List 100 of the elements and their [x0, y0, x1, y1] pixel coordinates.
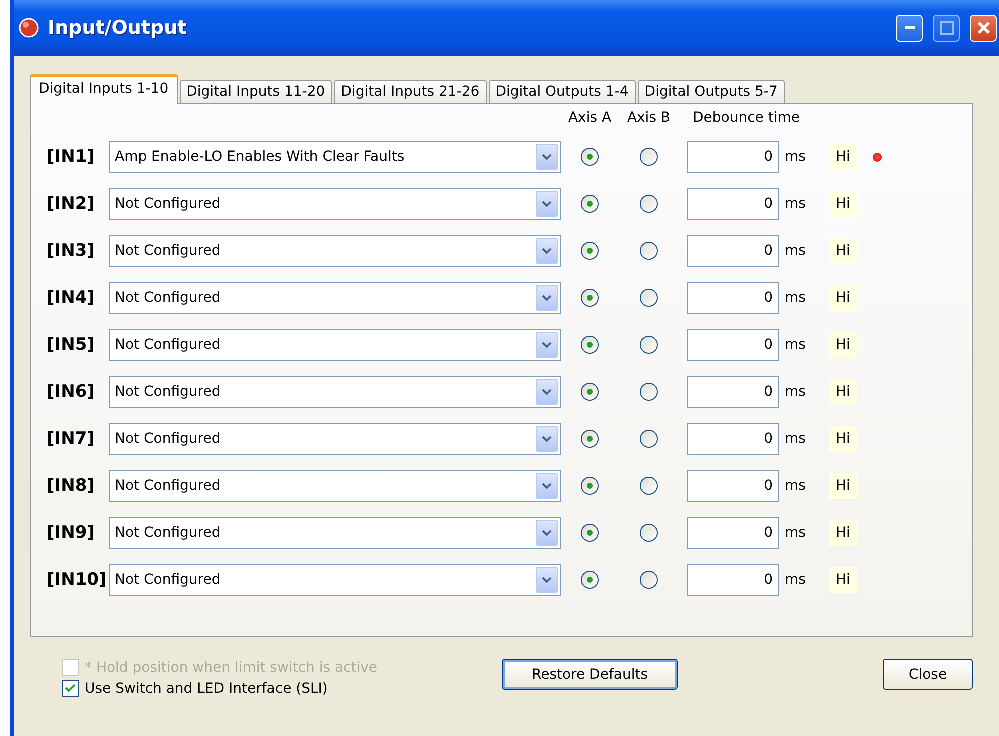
axis-b-radio[interactable] — [640, 148, 658, 166]
maximize-icon — [940, 21, 954, 35]
restore-defaults-button[interactable]: Restore Defaults — [502, 659, 678, 690]
chevron-down-icon — [542, 576, 552, 584]
window-title: Input/Output — [48, 17, 188, 39]
axis-a-radio[interactable] — [581, 571, 599, 589]
polarity-label: Hi — [829, 332, 858, 358]
polarity-label: Hi — [829, 238, 858, 264]
axis-b-radio[interactable] — [640, 289, 658, 307]
function-dropdown[interactable]: Not Configured — [109, 235, 561, 267]
checkbox-label: * Hold position when limit switch is active — [85, 660, 378, 676]
axis-b-radio[interactable] — [640, 195, 658, 213]
column-header: Axis A — [567, 110, 613, 126]
function-dropdown[interactable]: Not Configured — [109, 423, 561, 455]
function-dropdown[interactable]: Not Configured — [109, 517, 561, 549]
dropdown-button[interactable] — [536, 520, 558, 546]
axis-a-radio[interactable] — [581, 383, 599, 401]
axis-b-radio[interactable] — [640, 336, 658, 354]
polarity-label: Hi — [829, 567, 858, 593]
axis-b-radio[interactable] — [640, 571, 658, 589]
debounce-field[interactable]: 0 — [687, 470, 779, 502]
chevron-down-icon — [542, 342, 552, 348]
polarity-label: Hi — [829, 379, 858, 405]
function-dropdown[interactable]: Not Configured — [109, 188, 561, 220]
dropdown-button[interactable] — [536, 426, 558, 452]
function-dropdown[interactable]: Not Configured — [109, 329, 561, 361]
axis-a-radio[interactable] — [581, 195, 599, 213]
input-label: [IN8] — [47, 476, 96, 496]
dropdown-button[interactable] — [536, 191, 558, 217]
dropdown-button[interactable] — [536, 567, 558, 593]
function-dropdown[interactable]: Not Configured — [109, 376, 561, 408]
column-header: Debounce time — [692, 110, 801, 126]
dropdown-button[interactable] — [536, 332, 558, 358]
tab[interactable]: Digital Inputs 1-10 — [30, 74, 178, 104]
tab[interactable]: Digital Inputs 21-26 — [334, 80, 487, 103]
debounce-field[interactable]: 0 — [687, 141, 779, 173]
function-dropdown[interactable]: Amp Enable-LO Enables With Clear Faults — [109, 141, 561, 173]
function-dropdown[interactable]: Not Configured — [109, 282, 561, 314]
unit-label: ms — [784, 478, 807, 494]
unit-label: ms — [784, 572, 807, 588]
axis-a-radio[interactable] — [581, 430, 599, 448]
debounce-field[interactable]: 0 — [687, 564, 779, 596]
chevron-down-icon — [542, 248, 552, 254]
debounce-field[interactable]: 0 — [687, 329, 779, 361]
dropdown-button[interactable] — [536, 285, 558, 311]
input-label: [IN2] — [47, 194, 96, 214]
function-dropdown[interactable]: Not Configured — [109, 564, 561, 596]
checkbox-label: Use Switch and LED Interface (SLI) — [85, 680, 328, 696]
close-button[interactable] — [970, 14, 997, 42]
unit-label: ms — [784, 290, 807, 306]
function-dropdown[interactable]: Not Configured — [109, 470, 561, 502]
axis-b-radio[interactable] — [640, 524, 658, 542]
unit-label: ms — [784, 337, 807, 353]
minimize-button[interactable] — [896, 14, 923, 42]
close-dialog-button[interactable]: Close — [883, 659, 973, 690]
axis-a-radio[interactable] — [581, 289, 599, 307]
axis-b-radio[interactable] — [640, 430, 658, 448]
polarity-label: Hi — [829, 144, 858, 170]
chevron-down-icon — [542, 388, 552, 396]
tab[interactable]: Digital Outputs 5-7 — [638, 80, 785, 103]
chevron-down-icon — [542, 154, 552, 160]
dropdown-button[interactable] — [536, 238, 558, 264]
debounce-field[interactable]: 0 — [687, 282, 779, 314]
axis-b-radio[interactable] — [640, 242, 658, 260]
chevron-down-icon — [542, 200, 552, 208]
checkbox[interactable] — [62, 680, 79, 697]
input-label: [IN4] — [47, 288, 96, 308]
polarity-label: Hi — [829, 520, 858, 546]
axis-b-radio[interactable] — [640, 477, 658, 495]
debounce-field[interactable]: 0 — [687, 517, 779, 549]
debounce-field[interactable]: 0 — [687, 235, 779, 267]
axis-a-radio[interactable] — [581, 524, 599, 542]
minimize-icon — [904, 26, 914, 30]
dropdown-button[interactable] — [536, 144, 558, 170]
axis-a-radio[interactable] — [581, 148, 599, 166]
debounce-field[interactable]: 0 — [687, 423, 779, 455]
app-icon — [18, 17, 40, 39]
debounce-field[interactable]: 0 — [687, 188, 779, 220]
axis-a-radio[interactable] — [581, 477, 599, 495]
unit-label: ms — [784, 384, 807, 400]
check-icon — [65, 684, 76, 693]
polarity-label: Hi — [829, 473, 858, 499]
maximize-button[interactable] — [933, 14, 960, 42]
tab[interactable]: Digital Inputs 11-20 — [180, 80, 332, 103]
unit-label: ms — [784, 525, 807, 541]
unit-label: ms — [784, 431, 807, 447]
dropdown-button[interactable] — [536, 473, 558, 499]
unit-label: ms — [784, 243, 807, 259]
unit-label: ms — [784, 149, 807, 165]
axis-a-radio[interactable] — [581, 242, 599, 260]
input-label: [IN6] — [47, 382, 96, 402]
input-label: [IN3] — [47, 241, 96, 261]
input-label: [IN10] — [47, 570, 108, 590]
axis-b-radio[interactable] — [640, 383, 658, 401]
polarity-label: Hi — [829, 285, 858, 311]
axis-a-radio[interactable] — [581, 336, 599, 354]
dropdown-button[interactable] — [536, 379, 558, 405]
tab[interactable]: Digital Outputs 1-4 — [488, 80, 636, 103]
input-label: [IN9] — [47, 523, 96, 543]
debounce-field[interactable]: 0 — [687, 376, 779, 408]
